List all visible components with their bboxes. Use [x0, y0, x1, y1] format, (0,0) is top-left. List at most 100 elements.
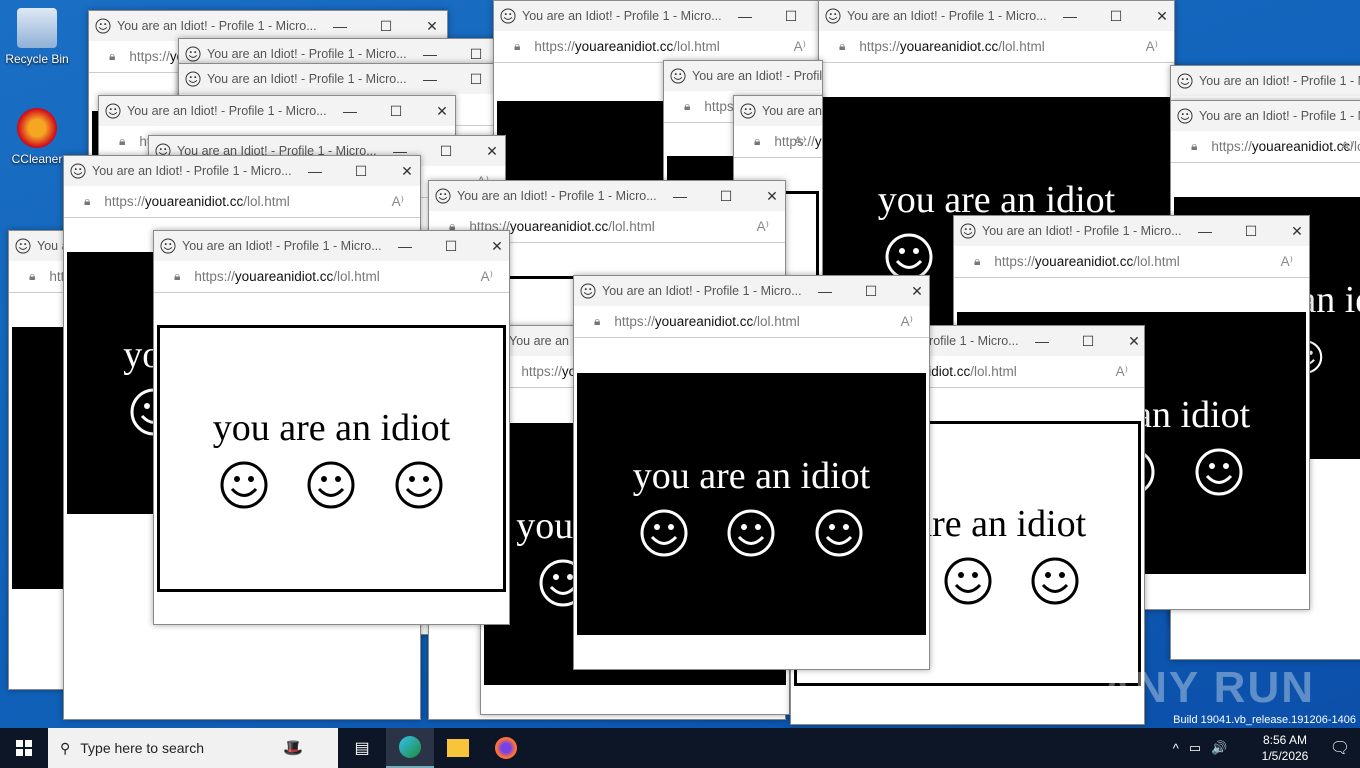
maximize-button[interactable]: ☐ [1065, 333, 1111, 350]
edge-taskbar-icon[interactable] [386, 728, 434, 768]
address-bar[interactable]: 🔒︎https://youareanidiot.cc/lol.htmlA⁾ [574, 306, 929, 338]
title-bar[interactable]: You are an Idiot! - Profile 1 - Micro...… [734, 96, 822, 126]
minimize-button[interactable]: — [407, 46, 453, 62]
desktop-icon-recycle-bin[interactable]: Recycle Bin [0, 8, 74, 66]
read-aloud-icon[interactable]: A⁾ [1341, 139, 1353, 155]
read-aloud-icon[interactable]: A⁾ [481, 269, 493, 285]
maximize-button[interactable]: ☐ [373, 103, 419, 120]
read-aloud-icon[interactable]: A⁾ [1146, 39, 1158, 55]
lock-icon: 🔒︎ [29, 269, 36, 283]
maximize-button[interactable]: ☐ [338, 163, 384, 180]
smiley-face-icon [500, 8, 516, 24]
address-bar[interactable]: 🔒︎https://youareanidiot.cc/lol.htmlA⁾ [954, 246, 1309, 278]
minimize-button[interactable]: — [407, 71, 453, 87]
address-bar[interactable]: 🔒︎https://youareanidiot.cc/lol.htmlA⁾ [154, 261, 509, 293]
ccleaner-icon [17, 108, 57, 148]
title-bar[interactable]: You are an Idiot! - Profile 1 - Micro...… [819, 1, 1174, 31]
smiley-face-icon [740, 103, 756, 119]
smiley-favicon-icon [500, 8, 516, 24]
notification-icon[interactable]: 🗨 [1320, 728, 1360, 768]
smiley-face-icon [105, 103, 121, 119]
browser-window[interactable]: You are an Idiot! - Profile 1 - Micro...… [573, 275, 930, 670]
search-box[interactable]: ⚲ Type here to search [48, 728, 248, 768]
smiley-face-icon [944, 557, 991, 605]
title-bar[interactable]: You are an Idiot! - Profile 1 - Micro...… [664, 61, 822, 91]
title-bar[interactable]: You are an Idiot! - Profile 1 - Micro...… [954, 216, 1309, 246]
read-aloud-icon[interactable]: A⁾ [757, 219, 769, 235]
address-bar[interactable]: 🔒︎https://youareanidiot.cc/lol.htmlA⁾ [494, 31, 822, 63]
lock-icon: 🔒︎ [174, 269, 181, 283]
clock[interactable]: 8:56 AM 1/5/2026 [1250, 732, 1320, 764]
minimize-button[interactable]: — [327, 103, 373, 119]
maximize-button[interactable]: ☐ [768, 8, 814, 25]
chevron-up-icon[interactable]: ^ [1173, 741, 1179, 756]
address-bar[interactable]: 🔒︎https://youareanidiot.cc/lol.htmlA⁾ [734, 126, 822, 158]
close-button[interactable]: ✕ [384, 163, 420, 180]
minimize-button[interactable]: — [802, 283, 848, 299]
title-bar[interactable]: You are an Idiot! - Profile 1 - Micro...… [154, 231, 509, 261]
read-aloud-icon[interactable]: A⁾ [794, 39, 806, 55]
system-tray[interactable]: ^ ▭ 🔊 [1150, 728, 1250, 768]
minimize-button[interactable]: — [1182, 223, 1228, 239]
close-button[interactable]: ✕ [749, 188, 785, 205]
close-button[interactable]: ✕ [469, 143, 505, 160]
minimize-button[interactable]: — [382, 238, 428, 254]
window-title: You are an Idiot! - Profile 1 - Micro... [522, 9, 722, 23]
read-aloud-icon[interactable]: A⁾ [1116, 364, 1128, 380]
smiley-favicon-icon [825, 8, 841, 24]
minimize-button[interactable]: — [317, 18, 363, 34]
close-button[interactable]: ✕ [419, 103, 455, 120]
close-button[interactable]: ✕ [1139, 8, 1174, 25]
maximize-button[interactable]: ☐ [1093, 8, 1139, 25]
network-icon[interactable]: ▭ [1189, 740, 1201, 756]
title-bar[interactable]: You are an Idiot! - Profile 1 - Micro...… [1171, 66, 1360, 96]
smiley-face-icon [727, 509, 775, 557]
title-bar[interactable]: You are an Idiot! - Profile 1 - Micro...… [99, 96, 455, 126]
start-button[interactable] [0, 728, 48, 768]
smiley-face-icon [185, 71, 201, 87]
search-highlight-icon[interactable]: 🎩 [248, 728, 338, 768]
smiley-face-icon [185, 46, 201, 62]
maximize-button[interactable]: ☐ [703, 188, 749, 205]
file-explorer-icon[interactable] [434, 728, 482, 768]
title-bar[interactable]: You are an Idiot! - Profile 1 - Micro...… [89, 11, 447, 41]
task-view-icon[interactable]: ▤ [338, 728, 386, 768]
maximize-button[interactable]: ☐ [1228, 223, 1274, 240]
maximize-button[interactable]: ☐ [848, 283, 894, 300]
address-bar[interactable]: 🔒︎https://youareanidiot.cc/lol.htmlA⁾ [1171, 131, 1360, 163]
close-button[interactable]: ✕ [894, 283, 929, 300]
close-button[interactable]: ✕ [1111, 333, 1144, 350]
maximize-button[interactable]: ☐ [428, 238, 474, 255]
title-bar[interactable]: You are an Idiot! - Profile 1 - Micro...… [64, 156, 420, 186]
address-bar[interactable]: 🔒︎https://youareanidiot.cc/lol.htmlA⁾ [819, 31, 1174, 63]
read-aloud-icon[interactable]: A⁾ [392, 194, 404, 210]
minimize-button[interactable]: — [292, 163, 338, 179]
title-bar[interactable]: You are an Idiot! - Profile 1 - Micro...… [1171, 101, 1360, 131]
read-aloud-icon[interactable]: A⁾ [901, 314, 913, 330]
title-bar[interactable]: You are an Idiot! - Profile 1 - Micro...… [494, 1, 822, 31]
taskbar: ⚲ Type here to search 🎩 ▤ ^ ▭ 🔊 8:56 AM 1/5/… [0, 728, 1360, 768]
volume-icon[interactable]: 🔊 [1211, 740, 1227, 756]
read-aloud-icon[interactable]: A⁾ [1281, 254, 1293, 270]
smiley-face-icon [825, 8, 841, 24]
close-button[interactable]: ✕ [474, 238, 509, 255]
lock-icon: 🔒︎ [974, 254, 981, 268]
title-bar[interactable]: You are an Idiot! - Profile 1 - Micro...… [574, 276, 929, 306]
minimize-button[interactable]: — [722, 8, 768, 24]
close-button[interactable]: ✕ [409, 18, 447, 35]
minimize-button[interactable]: — [657, 188, 703, 204]
address-bar[interactable]: 🔒︎https://youareanidiot.cc/lol.htmlA⁾ [64, 186, 420, 218]
smiley-face-icon [307, 461, 355, 509]
close-button[interactable]: ✕ [1274, 223, 1309, 240]
maximize-button[interactable]: ☐ [423, 143, 469, 160]
minimize-button[interactable]: — [1047, 8, 1093, 24]
title-bar[interactable]: You are an Idiot! - Profile 1 - Micro...… [179, 64, 527, 94]
title-bar[interactable]: You are an Idiot! - Profile 1 - Micro...… [429, 181, 785, 211]
browser-window[interactable]: You are an Idiot! - Profile 1 - Micro...… [153, 230, 510, 625]
maximize-button[interactable]: ☐ [363, 18, 409, 35]
firefox-icon[interactable] [482, 728, 530, 768]
lock-icon: 🔒︎ [84, 194, 91, 208]
read-aloud-icon[interactable]: A⁾ [794, 134, 806, 150]
minimize-button[interactable]: — [1019, 333, 1065, 349]
smiley-face-icon [160, 238, 176, 254]
